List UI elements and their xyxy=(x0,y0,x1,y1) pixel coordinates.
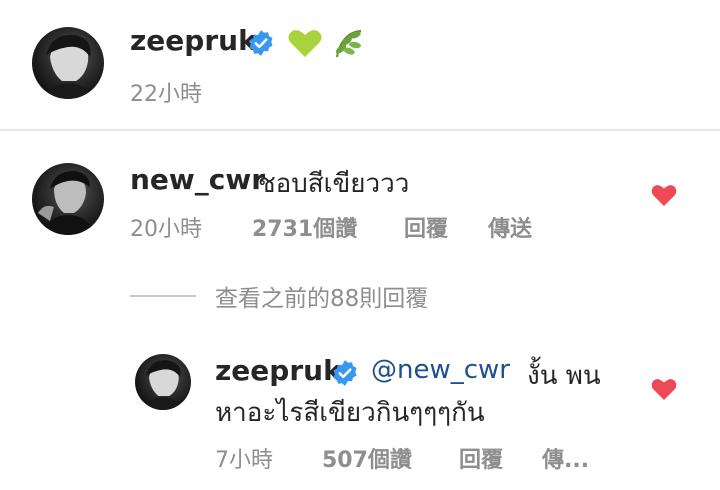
reply-mention-link[interactable]: @new_cwr xyxy=(371,355,510,385)
reply-username[interactable]: zeepruk xyxy=(215,354,342,387)
comment-time: 20小時 xyxy=(130,217,202,242)
profile-photo-icon xyxy=(42,34,94,99)
avatar-new-cwr[interactable] xyxy=(32,163,104,235)
view-previous-replies-button[interactable]: 查看之前的88則回覆 xyxy=(215,279,428,313)
verified-badge-icon xyxy=(333,360,357,386)
reply-reply-button[interactable]: 回覆 xyxy=(459,442,503,474)
section-divider xyxy=(0,129,720,131)
replies-thread-line xyxy=(130,295,196,297)
profile-photo-icon xyxy=(38,171,96,235)
avatar-zeepruk-reply[interactable] xyxy=(135,354,191,410)
comment-like-heart-icon[interactable] xyxy=(651,183,677,207)
avatar-zeepruk-caption[interactable] xyxy=(32,27,104,99)
comment-likes[interactable]: 2731個讚 xyxy=(252,211,357,243)
reply-send-button[interactable]: 傳... xyxy=(542,442,589,474)
reply-like-heart-icon[interactable] xyxy=(651,377,677,401)
reply-text-line2: หาอะไรสีเขียวกินๆๆๆกัน xyxy=(215,398,485,428)
reply-text-line1: งั้น พน xyxy=(527,361,601,391)
caption-time: 22小時 xyxy=(130,82,202,107)
comment-send-button[interactable]: 傳送 xyxy=(488,211,532,243)
comment-reply-button[interactable]: 回覆 xyxy=(404,211,448,243)
profile-photo-icon xyxy=(142,360,184,410)
reply-likes[interactable]: 507個讚 xyxy=(322,442,412,474)
comment-username[interactable]: new_cwr xyxy=(130,163,265,196)
comment-text: ชอบสีเขียววว xyxy=(258,169,410,199)
caption-username[interactable]: zeepruk xyxy=(130,24,257,57)
green-heart-icon xyxy=(288,30,362,58)
emoji-green-heart-herb: 💚🌿 xyxy=(287,27,365,61)
reply-time: 7小時 xyxy=(215,448,273,473)
verified-badge-icon xyxy=(249,30,273,56)
